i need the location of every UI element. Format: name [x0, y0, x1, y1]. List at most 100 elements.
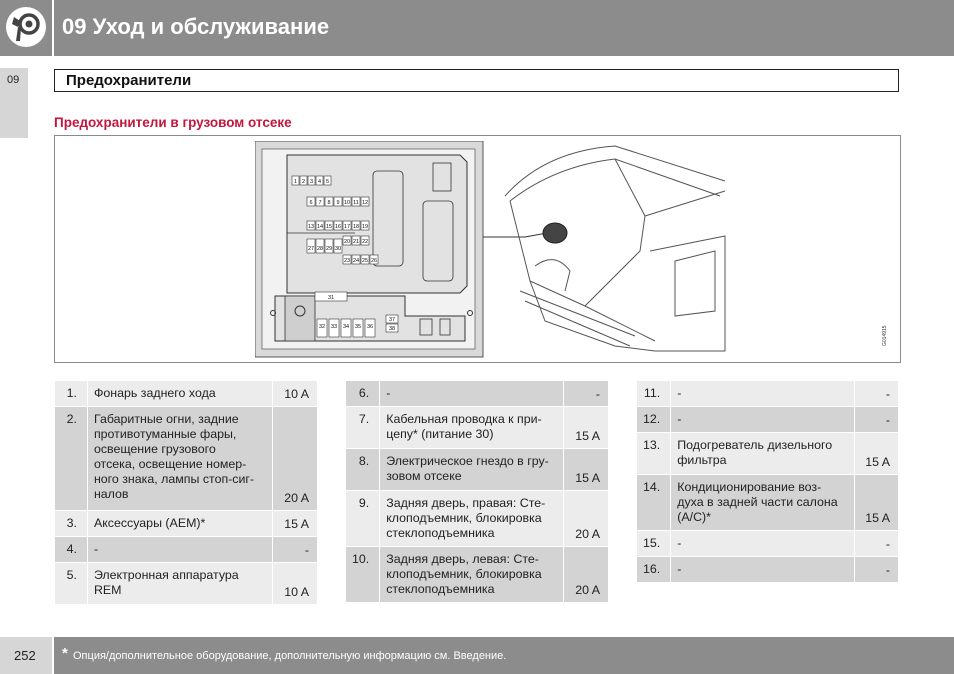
fuse-box-illustration: 1 2 3 4 5 6 7 8 9 10 11 12 13 14 15 16 1…: [255, 141, 726, 358]
fuse-table-3: 11. - - 12. - - 13. Подогреватель дизель…: [635, 380, 899, 583]
fuse-table-1: 1. Фонарь заднего хода 10 A 2. Габаритны…: [54, 380, 318, 605]
table-row: 12. - -: [635, 406, 899, 433]
fuse-label: 27: [308, 246, 314, 252]
fuse-number: 11.: [635, 380, 672, 407]
fuse-label: 6: [309, 200, 312, 206]
fuse-amperage: -: [853, 556, 899, 583]
fuse-label: 25: [362, 258, 368, 264]
fuse-number: 1.: [54, 380, 88, 407]
chapter-title: 09 Уход и обслуживание: [62, 14, 330, 39]
table-row: 16. - -: [635, 556, 899, 583]
fuse-number: 12.: [635, 406, 672, 433]
page-number: 252: [14, 648, 36, 663]
section-title: Предохранители: [66, 72, 192, 89]
fuse-label: 28: [317, 246, 323, 252]
chapter-tab-label: 09: [7, 74, 20, 86]
fuse-label: 2: [302, 179, 305, 185]
fuse-amperage: -: [853, 406, 899, 433]
fuse-label: 23: [344, 258, 350, 264]
footnote-text: Опция/дополнительное оборудование, допол…: [73, 650, 507, 662]
fuse-label: 8: [327, 200, 330, 206]
fuse-row-1: 1 2 3 4 5: [291, 175, 332, 186]
fuse-row-3: 13 14 15 16 17 18 19: [306, 220, 370, 231]
table-row: 2. Габаритные огни, задние противотуманн…: [54, 406, 318, 511]
fuse-amperage: 15 A: [563, 448, 609, 491]
fuse-amperage: 20 A: [563, 490, 609, 547]
fuse-row-2: 6 7 8 9 10 11 12: [306, 196, 370, 207]
fuse-label: 7: [318, 200, 321, 206]
fuse-number: 8.: [344, 448, 381, 491]
fuse-row-6: 32 33 34 35 36: [316, 318, 376, 338]
fuse-number: 14.: [635, 474, 672, 531]
fuse-label: 31: [328, 295, 334, 301]
fuse-amperage: 15 A: [563, 406, 609, 449]
fuse-description: Подогреватель дизельного фильтра: [670, 432, 855, 475]
fuse-label: 26: [371, 258, 377, 264]
fuse-label: 13: [308, 224, 314, 230]
fuse-label: 32: [319, 324, 325, 330]
fuse-label: 24: [353, 258, 359, 264]
table-row: 5. Электронная аппаратура REM 10 A: [54, 562, 318, 605]
fuse-label: 22: [362, 239, 368, 245]
fuse-description: Аксессуары (AEM)*: [86, 510, 274, 537]
fuse-number: 7.: [344, 406, 381, 449]
fuse-description: Задняя дверь, левая: Сте- клоподъемник, …: [379, 546, 565, 603]
fuse-description: -: [86, 536, 274, 563]
fuse-amperage: 20 A: [563, 546, 609, 603]
footnote-star: *: [62, 645, 68, 662]
fuse-description: Электрическое гнездо в гру- зовом отсеке: [379, 448, 565, 491]
fuse-amperage: 15 A: [853, 432, 899, 475]
fuse-label: 20: [344, 239, 350, 245]
car-rear-illustration: [504, 145, 726, 352]
table-row: 9. Задняя дверь, правая: Сте- клоподъемн…: [344, 490, 609, 547]
fuse-label: 4: [318, 179, 321, 185]
fuse-description: Кабельная проводка к при- цепу* (питание…: [379, 406, 565, 449]
fuse-number: 9.: [344, 490, 381, 547]
fuse-description: Фонарь заднего хода: [86, 380, 274, 407]
table-row: 4. - -: [54, 536, 318, 563]
fuse-description: Габаритные огни, задние противотуманные …: [86, 406, 274, 511]
fuse-number: 5.: [54, 562, 88, 605]
fuse-label: 1: [294, 179, 297, 185]
fuse-number: 2.: [54, 406, 88, 511]
fuse-number: 13.: [635, 432, 672, 475]
fuse-amperage: 10 A: [272, 380, 318, 407]
relay-31: 31: [314, 291, 348, 302]
fuse-number: 15.: [635, 530, 672, 557]
fuse-description: Задняя дверь, правая: Сте- клоподъемник,…: [379, 490, 565, 547]
fuse-description: Кондиционирование воз- духа в задней час…: [670, 474, 855, 531]
fuse-amperage: 20 A: [272, 406, 318, 511]
fuse-amperage: -: [853, 530, 899, 557]
fuse-description: -: [670, 406, 855, 433]
fuse-label: 12: [362, 200, 368, 206]
fuse-row-4b: 20 21 22: [342, 235, 370, 246]
fuse-amperage: 15 A: [853, 474, 899, 531]
fuse-label: 17: [344, 224, 350, 230]
fuse-label: 3: [310, 179, 313, 185]
table-row: 8. Электрическое гнездо в гру- зовом отс…: [344, 448, 609, 491]
fuse-label: 10: [344, 200, 350, 206]
fuse-amperage: 15 A: [272, 510, 318, 537]
fuse-description: -: [670, 380, 855, 407]
fuse-amperage: 10 A: [272, 562, 318, 605]
fuse-label: 14: [317, 224, 323, 230]
table-row: 3. Аксессуары (AEM)* 15 A: [54, 510, 318, 537]
fuse-label: 37: [389, 317, 395, 323]
fuse-number: 16.: [635, 556, 672, 583]
fuse-description: -: [670, 556, 855, 583]
fuse-description: Электронная аппаратура REM: [86, 562, 274, 605]
fuse-amperage: -: [272, 536, 318, 563]
fuse-label: 38: [389, 326, 395, 332]
table-row: 6. - -: [344, 380, 609, 407]
table-row: 1. Фонарь заднего хода 10 A: [54, 380, 318, 407]
fuse-amperage: -: [853, 380, 899, 407]
table-row: 15. - -: [635, 530, 899, 557]
subsection-title: Предохранители в грузовом отсеке: [54, 115, 292, 130]
fuse-label: 16: [335, 224, 341, 230]
fuse-number: 4.: [54, 536, 88, 563]
fuse-label: 15: [326, 224, 332, 230]
table-row: 11. - -: [635, 380, 899, 407]
fuse-number: 10.: [344, 546, 381, 603]
fuse-table-2: 6. - - 7. Кабельная проводка к при- цепу…: [344, 380, 609, 603]
fuse-label: 35: [355, 324, 361, 330]
